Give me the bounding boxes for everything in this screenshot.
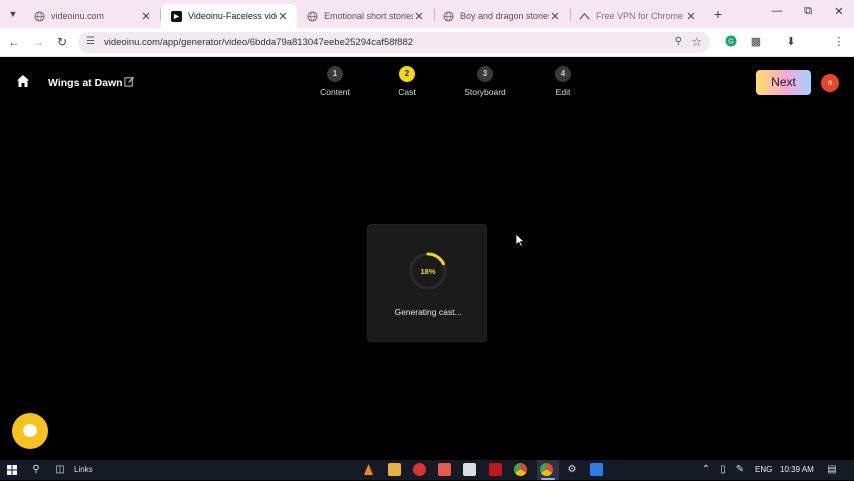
step-storyboard[interactable]: 3 Storyboard	[455, 66, 515, 97]
settings-gear-icon[interactable]: ⚙	[566, 464, 578, 476]
site-info-icon[interactable]: ☰	[86, 36, 98, 48]
browser-tab[interactable]: Emotional short stories ✕	[297, 4, 433, 28]
tray-chevron-icon[interactable]: ⌃	[700, 464, 712, 476]
address-bar[interactable]: ☰ videoinu.com/app/generator/video/6bdda…	[78, 32, 710, 53]
close-tab-icon[interactable]: ✕	[413, 10, 425, 23]
svg-text:G: G	[728, 39, 733, 46]
globe-icon	[307, 10, 318, 22]
app-red-icon[interactable]	[413, 463, 426, 476]
next-button[interactable]: Next	[756, 70, 811, 95]
notification-icon[interactable]: ▤	[826, 464, 838, 476]
edit-title-icon[interactable]	[124, 76, 135, 87]
loading-status: Generating cast...	[394, 307, 462, 317]
browser-menu-icon[interactable]: ⋮	[832, 35, 846, 49]
close-window-icon[interactable]: ✕	[832, 5, 846, 18]
browser-tab[interactable]: videoinu.com ✕	[24, 4, 160, 28]
step-content[interactable]: 1 Content	[305, 66, 365, 97]
browser-tab-bar: ▼ videoinu.com ✕ Videoinu-Faceless video…	[0, 0, 854, 28]
step-edit[interactable]: 4 Edit	[533, 66, 593, 97]
reload-icon[interactable]: ↻	[54, 34, 70, 50]
vpn-icon	[579, 11, 590, 22]
language-indicator[interactable]: ENG	[755, 465, 772, 474]
network-icon[interactable]: ▯	[717, 464, 729, 476]
app-grid-icon[interactable]	[463, 463, 476, 476]
task-view-icon[interactable]: ◫	[54, 464, 66, 476]
step-number: 2	[399, 66, 415, 82]
app-main: Wings at Dawn 1 Content 2 Cast 3 Storybo…	[0, 58, 854, 460]
step-label: Cast	[398, 87, 416, 97]
new-tab-button[interactable]: +	[711, 6, 725, 22]
videoinu-icon	[171, 10, 182, 22]
chat-bubble-icon	[23, 424, 37, 437]
url-text[interactable]: videoinu.com/app/generator/video/6bdda79…	[104, 37, 413, 48]
close-tab-icon[interactable]: ✕	[140, 10, 152, 23]
browser-tab[interactable]: Free VPN for Chrome - V ✕	[569, 4, 705, 28]
globe-icon	[443, 10, 454, 22]
loading-card: 18% Generating cast...	[367, 224, 487, 342]
extensions-puzzle-icon[interactable]: ▩	[749, 35, 763, 49]
mouse-cursor-icon	[515, 233, 525, 247]
tab-title: Boy and dragon stories	[460, 11, 549, 21]
extension-grammarly-icon[interactable]: G	[724, 35, 738, 49]
minimize-icon[interactable]: —	[770, 5, 784, 17]
pen-icon[interactable]: ✎	[734, 464, 746, 476]
app-blue-icon[interactable]	[590, 463, 603, 476]
browser-toolbar: ← → ↻ ☰ videoinu.com/app/generator/video…	[0, 28, 854, 77]
close-tab-icon[interactable]: ✕	[277, 10, 289, 23]
vlc-icon[interactable]	[362, 463, 375, 476]
zoom-icon[interactable]: ⚲	[675, 36, 682, 47]
close-tab-icon[interactable]: ✕	[685, 10, 697, 23]
bookmark-star-icon[interactable]: ☆	[691, 35, 702, 49]
close-tab-icon[interactable]: ✕	[549, 10, 561, 23]
step-label: Content	[320, 87, 350, 97]
chrome-active-icon[interactable]	[540, 463, 553, 476]
progress-percent: 18%	[420, 267, 436, 276]
windows-taskbar: ⚲ ◫ Links ⚙ ⌃ ▯ ✎ ENG 10:39 AM ▤	[0, 460, 854, 480]
forward-icon[interactable]: →	[30, 34, 46, 50]
step-number: 3	[477, 66, 493, 82]
links-toolbar[interactable]: Links	[74, 465, 93, 474]
search-icon[interactable]: ⚲	[30, 464, 42, 476]
tab-search-icon[interactable]: ▼	[6, 7, 20, 21]
user-avatar[interactable]: a	[821, 74, 839, 92]
chrome-icon[interactable]	[514, 463, 527, 476]
home-icon[interactable]	[16, 74, 30, 88]
app-orange-icon[interactable]	[438, 463, 451, 476]
file-explorer-icon[interactable]	[388, 463, 401, 476]
restore-icon[interactable]: ⧉	[801, 5, 815, 18]
chat-support-button[interactable]	[12, 413, 48, 449]
step-cast[interactable]: 2 Cast	[377, 66, 437, 97]
browser-tab-active[interactable]: Videoinu-Faceless video ✕	[161, 4, 297, 28]
tab-title: Videoinu-Faceless video	[188, 11, 277, 21]
windows-start-icon[interactable]	[6, 464, 18, 476]
step-number: 1	[327, 66, 343, 82]
step-number: 4	[555, 66, 571, 82]
step-label: Storyboard	[464, 87, 506, 97]
clock[interactable]: 10:39 AM	[780, 465, 814, 474]
project-title: Wings at Dawn	[48, 77, 123, 89]
tab-title: videoinu.com	[51, 11, 105, 21]
tab-title: Emotional short stories	[324, 11, 413, 21]
browser-tab[interactable]: Boy and dragon stories ✕	[433, 4, 569, 28]
back-icon[interactable]: ←	[6, 34, 22, 50]
download-icon[interactable]: ⬇	[784, 35, 798, 49]
globe-icon	[34, 10, 45, 22]
opera-icon[interactable]	[489, 463, 502, 476]
step-label: Edit	[555, 87, 571, 97]
tab-title: Free VPN for Chrome - V	[596, 11, 685, 21]
